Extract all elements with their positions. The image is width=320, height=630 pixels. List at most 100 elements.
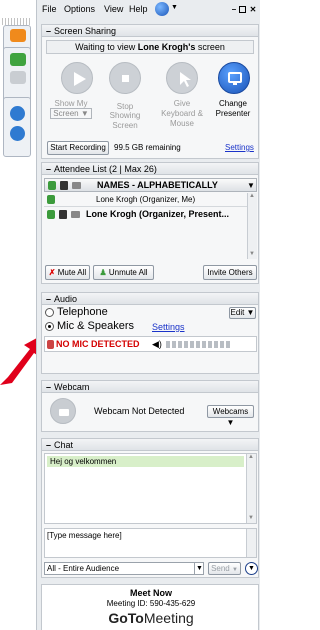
show-my-dropdown[interactable]: Screen ▼ [50, 108, 92, 119]
scroll-up-icon[interactable]: ▲ [248, 454, 254, 460]
unmute-icon: ♟ [99, 268, 107, 277]
change-presenter-sub: Presenter [215, 109, 251, 118]
mic-icon[interactable] [47, 210, 55, 219]
microphone-icon[interactable] [10, 53, 26, 66]
chevron-down-icon[interactable]: ▼ [171, 4, 178, 11]
mic-status-bar: NO MIC DETECTED ◀) [44, 336, 257, 352]
chat-scrollbar[interactable]: ▲ ▼ [246, 454, 256, 523]
mute-icon: ✗ [48, 268, 56, 277]
webcam-section: – Webcam Webcam Not Detected Webcams ▼ [41, 380, 259, 432]
menu-file[interactable]: File [42, 4, 57, 14]
mic-icon[interactable] [47, 195, 55, 204]
scroll-down-icon[interactable]: ▼ [248, 515, 254, 521]
send-button[interactable]: Send ▼ [208, 562, 241, 575]
chat-input-placeholder: [Type message here] [47, 531, 122, 540]
webcam-icon[interactable] [50, 398, 76, 424]
meeting-footer: Meet Now Meeting ID: 590-435-629 GoToMee… [41, 584, 259, 630]
mic-off-icon [47, 340, 54, 349]
menu-options[interactable]: Options [64, 4, 95, 14]
start-recording-button[interactable]: Start Recording [47, 141, 109, 155]
chat-input-scrollbar[interactable] [246, 529, 256, 557]
arrow-right-icon[interactable] [10, 29, 26, 42]
mic-column-icon [48, 181, 56, 190]
webcam-status: Webcam Not Detected [94, 406, 185, 416]
attendee-list-title: Attendee List (2 | Max 26) [54, 164, 157, 174]
attendee-scrollbar[interactable]: ▲ ▼ [247, 193, 257, 259]
play-icon[interactable] [61, 62, 93, 94]
mic-speakers-radio[interactable] [45, 322, 54, 331]
audio-header[interactable]: – Audio [42, 293, 258, 305]
stop-icon[interactable] [109, 62, 141, 94]
webcam-header[interactable]: – Webcam [42, 381, 258, 393]
scroll-down-icon[interactable]: ▼ [249, 251, 255, 257]
screen-sharing-header[interactable]: – Screen Sharing [42, 25, 258, 37]
audio-settings-link[interactable]: Settings [152, 322, 185, 332]
screen-sharing-section: – Screen Sharing Waiting to view Lone Kro… [41, 24, 259, 159]
audio-section: – Audio Telephone Edit ▼ Mic & Speakers S… [41, 292, 259, 374]
chat-title: Chat [54, 440, 74, 450]
webcams-dropdown-button[interactable]: Webcams ▼ [207, 405, 254, 427]
menu-view[interactable]: View [104, 4, 123, 14]
camera-icon[interactable] [10, 71, 26, 84]
volume-level-meter [166, 341, 230, 348]
sort-dropdown-icon[interactable]: ▼ [247, 181, 255, 190]
speaker-icon: ◀) [152, 339, 162, 349]
chat-header[interactable]: – Chat [42, 439, 258, 451]
attendee-column-header[interactable]: NAMES - ALPHABETICALLY ▼ [44, 178, 257, 192]
windows-icon[interactable] [10, 126, 25, 141]
show-my-sub[interactable]: Screen ▼ [50, 108, 92, 119]
audio-edit-button[interactable]: Edit ▼ [229, 307, 256, 319]
mic-speakers-label: Mic & Speakers [57, 320, 135, 332]
chevron-down-icon[interactable]: ▼ [194, 563, 204, 574]
restore-icon[interactable] [239, 6, 246, 13]
chat-options-icon[interactable]: ▼ [245, 562, 258, 575]
storage-remaining: 99.5 GB remaining [114, 143, 181, 152]
attendee-row[interactable]: Lone Krogh (Organizer, Present... [44, 208, 247, 222]
chat-history[interactable]: Hej og velkommen ▲ ▼ [44, 453, 257, 524]
telephone-label: Telephone [57, 306, 108, 318]
logo-bold: GoTo [108, 610, 144, 626]
give-label: Give [173, 99, 191, 108]
screen-sharing-title: Screen Sharing [54, 26, 117, 36]
webcam-column-icon [72, 182, 81, 189]
chat-recipient-value: All - Entire Audience [47, 564, 120, 573]
monitor-icon [59, 210, 67, 219]
attendee-name: Lone Krogh (Organizer, Present... [86, 209, 230, 219]
unmute-all-button[interactable]: ♟ Unmute All [93, 265, 154, 280]
chat-recipient-select[interactable]: All - Entire Audience ▼ [44, 562, 204, 575]
cursor-icon[interactable] [166, 62, 198, 94]
attendee-list-header[interactable]: – Attendee List (2 | Max 26) [42, 163, 258, 175]
telephone-radio[interactable] [45, 308, 54, 317]
chat-input[interactable]: [Type message here] [44, 528, 257, 558]
attendee-name: Lone Krogh (Organizer, Me) [96, 195, 196, 204]
mute-all-button[interactable]: ✗ Mute All [45, 265, 90, 280]
scroll-up-icon[interactable]: ▲ [249, 193, 255, 199]
meeting-id: Meeting ID: 590-435-629 [106, 599, 196, 608]
chat-bubble-icon[interactable] [10, 106, 25, 121]
monitor-column-icon [60, 181, 68, 190]
chat-message: Hej og velkommen [47, 456, 244, 467]
attendee-list-section: – Attendee List (2 | Max 26) NAMES - ALPH… [41, 162, 259, 284]
send-label: Send [211, 564, 230, 573]
invite-others-button[interactable]: Invite Others [203, 265, 257, 280]
status-prefix: Waiting to view [75, 42, 138, 52]
close-icon[interactable]: ✕ [249, 6, 257, 14]
change-presenter-icon[interactable] [218, 62, 250, 94]
sort-label: NAMES - ALPHABETICALLY [97, 180, 218, 190]
globe-icon[interactable] [155, 2, 169, 16]
audio-title: Audio [54, 294, 78, 304]
chat-section: – Chat Hej og velkommen ▲ ▼ [Type message… [41, 438, 259, 578]
unmute-all-label: Unmute All [108, 268, 148, 277]
toolbar-grip[interactable] [2, 18, 30, 25]
recording-settings-link[interactable]: Settings [225, 143, 254, 152]
webcam-icon [71, 211, 80, 218]
webcam-title: Webcam [54, 382, 90, 392]
radio-selected-dot [48, 325, 51, 328]
no-mic-status: NO MIC DETECTED [56, 339, 140, 349]
change-presenter-label: Change [218, 99, 248, 108]
menu-help[interactable]: Help [129, 4, 148, 14]
stop-sub: Showing Screen [109, 111, 141, 130]
attendee-row[interactable]: Lone Krogh (Organizer, Me) [44, 193, 247, 207]
minimize-icon[interactable]: – [230, 6, 238, 14]
control-panel: File Options View Help ▼ – ✕ – Screen Sha… [36, 0, 260, 630]
